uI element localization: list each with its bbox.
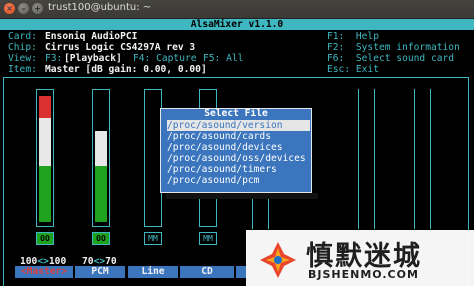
strip-edge [430,89,431,229]
file-option-oss-devices[interactable]: /proc/asound/oss/devices [167,153,310,164]
item-label: Item: [8,64,37,75]
meter-white-segment [39,118,51,166]
help-f6: F6: Select sound card [327,53,455,64]
channel-label-cd[interactable]: CD [180,266,234,278]
close-window-button[interactable]: × [4,3,15,14]
strip-edge [374,89,375,229]
watermark: 慎默迷城 BJSHENMO.COM [246,230,474,286]
minimize-window-button[interactable]: – [18,3,29,14]
select-file-dialog: Select File /proc/asound/version /proc/a… [160,108,312,193]
chip-value: Cirrus Logic CS4297A rev 3 [45,42,196,53]
view-f3-key: F3: [45,53,63,64]
master-volume-slider[interactable] [36,89,54,227]
view-playback-option[interactable]: [Playback] [64,53,122,64]
terminal-window: × – + trust100@ubuntu: ~ AlsaMixer v1.1.… [0,0,474,286]
window-titlebar: × – + trust100@ubuntu: ~ [0,0,474,19]
channel-label-master[interactable]: <Master> [15,266,73,278]
master-name: Master [26,266,62,277]
file-option-pcm[interactable]: /proc/asound/pcm [167,175,310,186]
pcm-volume-slider[interactable] [92,89,110,227]
channel-label-partial [236,266,246,278]
help-f1: F1: Help [327,31,379,42]
file-option-timers[interactable]: /proc/asound/timers [167,164,310,175]
window-title: trust100@ubuntu: ~ [48,2,152,13]
chip-label: Chip: [8,42,37,53]
meter-white-segment [95,131,107,166]
strip-edge [358,89,359,229]
dialog-title: Select File [204,108,268,119]
master-mute-toggle[interactable]: OO [36,232,54,245]
cd-mute-toggle[interactable]: MM [199,232,217,245]
view-label: View: [8,53,37,64]
file-option-version[interactable]: /proc/asound/version [167,120,310,131]
dialog-shadow [166,193,318,199]
help-f2: F2: System information [327,42,460,53]
meter-green-segment [95,166,107,222]
help-esc: Esc: Exit [327,64,379,75]
line-mute-toggle[interactable]: MM [144,232,162,245]
channel-label-pcm[interactable]: PCM [75,266,125,278]
card-value: Ensoniq AudioPCI [45,31,138,42]
watermark-url: BJSHENMO.COM [308,268,419,281]
item-value: Master [dB gain: 0.00, 0.00] [45,64,207,75]
maximize-window-button[interactable]: + [32,3,43,14]
meter-green-segment [39,166,51,222]
strip-edge [414,89,415,229]
view-capture-option[interactable]: F4: Capture [133,53,197,64]
channel-label-line[interactable]: Line [128,266,178,278]
meter-red-segment [39,96,51,118]
view-all-option[interactable]: F5: All [203,53,243,64]
file-option-devices[interactable]: /proc/asound/devices [167,142,310,153]
watermark-logo-icon [260,242,296,278]
file-option-cards[interactable]: /proc/asound/cards [167,131,310,142]
card-label: Card: [8,31,37,42]
pcm-mute-toggle[interactable]: OO [92,232,110,245]
alsamixer-title: AlsaMixer v1.1.0 [0,19,474,30]
